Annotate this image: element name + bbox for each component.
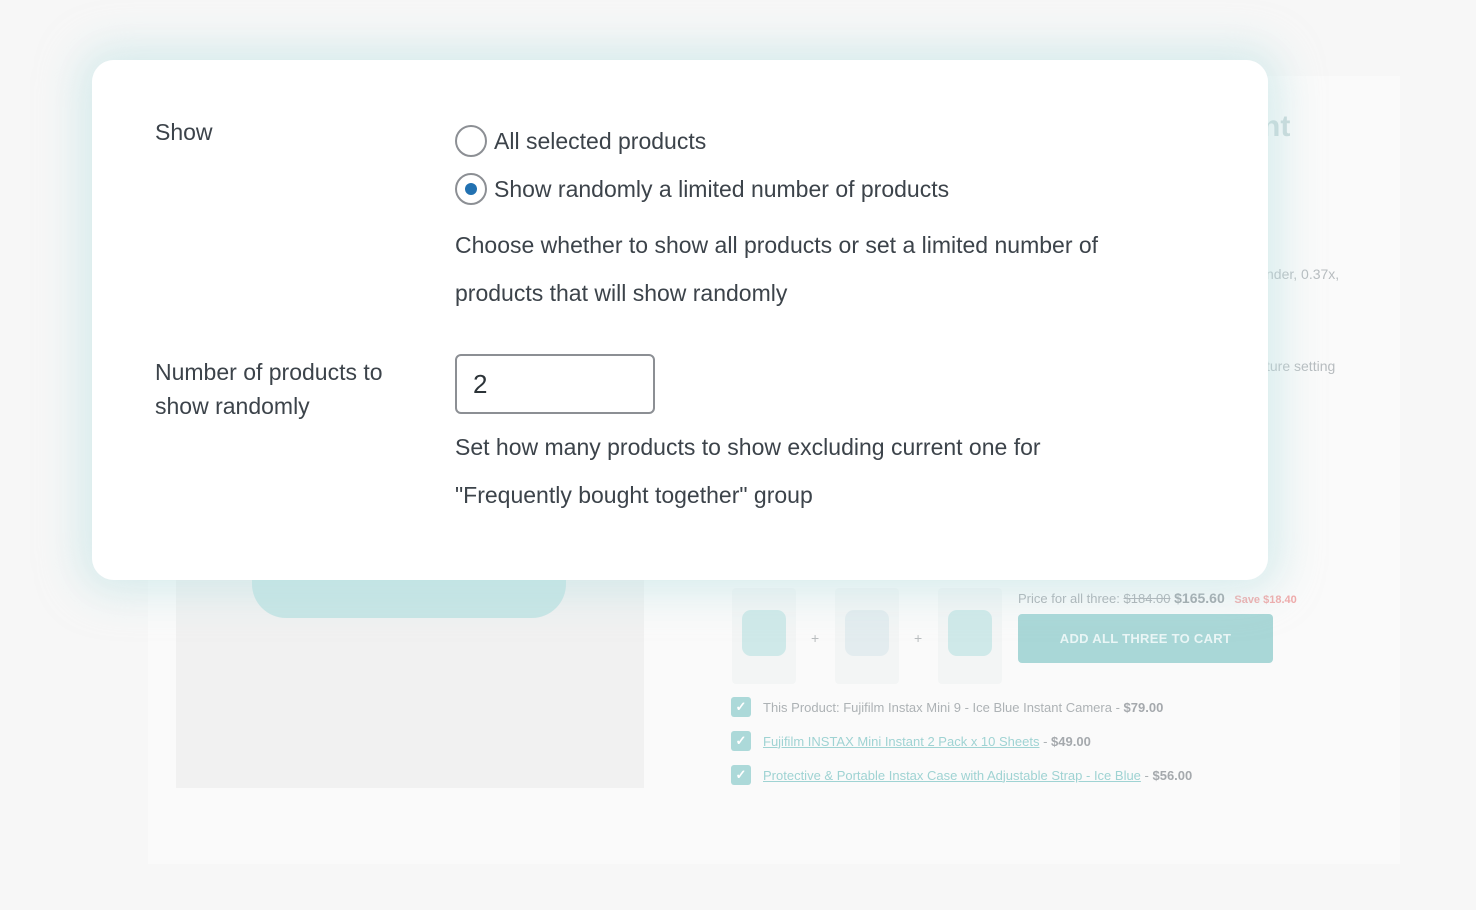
add-all-to-cart-button[interactable]: ADD ALL THREE TO CART bbox=[1018, 614, 1273, 663]
product-description-fragment: ture setting bbox=[1266, 358, 1336, 374]
bundle-item: ✓ This Product: Fujifilm Instax Mini 9 -… bbox=[731, 697, 1163, 717]
bundle-save-badge: Save $18.40 bbox=[1234, 594, 1297, 606]
bundle-item-link[interactable]: Fujifilm INSTAX Mini Instant 2 Pack x 10… bbox=[763, 734, 1039, 749]
bundle-thumb-film[interactable] bbox=[835, 588, 899, 684]
bundle-item-name: Fujifilm Instax Mini 9 - Ice Blue Instan… bbox=[843, 699, 1112, 715]
bundle-item-prefix: This Product: bbox=[763, 699, 844, 715]
checkbox-checked-icon[interactable]: ✓ bbox=[731, 697, 751, 717]
checkbox-checked-icon[interactable]: ✓ bbox=[731, 731, 751, 751]
bundle-item: ✓ Protective & Portable Instax Case with… bbox=[731, 765, 1192, 785]
count-setting-label: Number of products to show randomly bbox=[155, 359, 383, 419]
bundle-price-line: Price for all three: $184.00 $165.60 Sav… bbox=[1018, 590, 1297, 606]
radio-label: All selected products bbox=[494, 127, 707, 154]
radio-checked-icon[interactable] bbox=[455, 173, 487, 205]
bundle-thumb-case[interactable] bbox=[938, 588, 1002, 684]
checkbox-checked-icon[interactable]: ✓ bbox=[731, 765, 751, 785]
settings-modal: Show All selected products Show randomly… bbox=[92, 60, 1268, 580]
bundle-item-price: $56.00 bbox=[1152, 767, 1193, 783]
bundle-item-price: $49.00 bbox=[1051, 733, 1091, 749]
bundle-old-price: $184.00 bbox=[1123, 591, 1171, 606]
film-pack-thumbnail bbox=[845, 610, 889, 656]
bundle-item-price: $79.00 bbox=[1123, 699, 1164, 715]
bundle-item-link[interactable]: Protective & Portable Instax Case with A… bbox=[763, 768, 1141, 783]
count-setting-help: Set how many products to show excluding … bbox=[455, 434, 1041, 508]
radio-label: Show randomly a limited number of produc… bbox=[494, 175, 950, 202]
bundle-price-label: Price for all three: bbox=[1018, 591, 1120, 606]
product-description-fragment: nder, 0.37x, bbox=[1266, 266, 1340, 282]
radio-unchecked-icon[interactable] bbox=[455, 125, 487, 157]
camera-thumbnail bbox=[742, 610, 786, 656]
plus-icon: + bbox=[811, 630, 820, 646]
bundle-thumb-camera[interactable] bbox=[732, 588, 796, 684]
bundle-new-price: $165.60 bbox=[1174, 590, 1225, 606]
bundle-item: ✓ Fujifilm INSTAX Mini Instant 2 Pack x … bbox=[731, 731, 1091, 751]
show-setting-label: Show bbox=[155, 119, 213, 145]
radio-all-selected-products[interactable]: All selected products bbox=[455, 125, 706, 157]
random-count-input[interactable] bbox=[455, 354, 655, 414]
radio-show-randomly-limited[interactable]: Show randomly a limited number of produc… bbox=[455, 173, 949, 205]
show-setting-help: Choose whether to show all products or s… bbox=[455, 232, 1099, 306]
case-thumbnail bbox=[948, 610, 992, 656]
plus-icon: + bbox=[914, 630, 923, 646]
